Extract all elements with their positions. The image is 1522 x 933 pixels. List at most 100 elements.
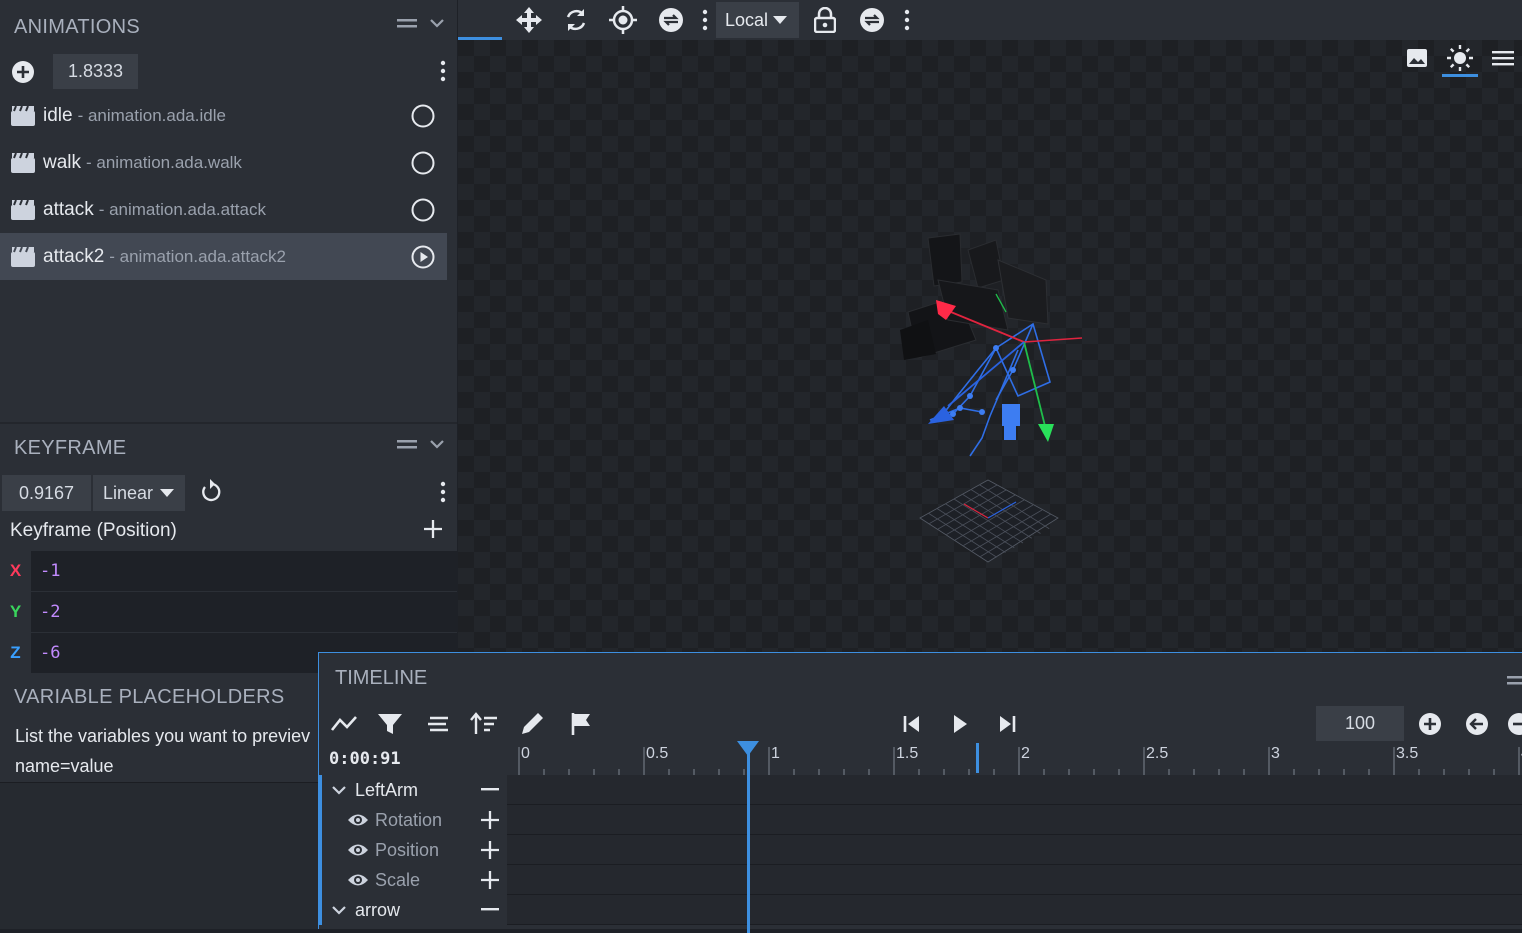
- animation-name: walk: [43, 151, 82, 173]
- keyframe-panel-title: KEYFRAME: [14, 437, 127, 459]
- track-channel-label: Scale: [375, 869, 421, 890]
- active-view-indicator: [1442, 74, 1478, 77]
- eye-icon[interactable]: [347, 812, 369, 828]
- axis-y-label: Y: [0, 592, 31, 632]
- 3d-viewport[interactable]: [458, 40, 1522, 652]
- keyframe-y-row[interactable]: Y -2: [0, 592, 457, 632]
- rotate-icon[interactable]: [560, 4, 592, 36]
- panel-divider: [0, 422, 457, 424]
- interpolation-select[interactable]: Linear: [93, 475, 185, 511]
- collapse-minus-icon[interactable]: [481, 908, 499, 912]
- drag-handle-icon[interactable]: [1507, 673, 1522, 687]
- clapperboard-icon: [11, 105, 35, 126]
- drag-handle-icon[interactable]: [397, 437, 419, 451]
- track-lane[interactable]: [507, 865, 1522, 894]
- ruler-label: 2.5: [1146, 745, 1169, 762]
- transform-space-value: Local: [725, 9, 769, 30]
- play-radio-icon[interactable]: [411, 104, 435, 128]
- eye-icon[interactable]: [347, 842, 369, 858]
- ruler-label: 1.5: [896, 745, 919, 762]
- move-icon[interactable]: [513, 4, 545, 36]
- chevron-down-icon[interactable]: [331, 784, 347, 796]
- animation-id: - animation.ada.attack: [98, 199, 266, 219]
- eye-icon[interactable]: [347, 872, 369, 888]
- reset-icon[interactable]: [199, 479, 223, 505]
- image-icon[interactable]: [1405, 46, 1429, 70]
- drag-handle-icon[interactable]: [397, 16, 419, 30]
- play-circle-icon[interactable]: [411, 245, 435, 269]
- brightness-icon[interactable]: [1446, 44, 1474, 72]
- chevron-down-icon[interactable]: [331, 904, 347, 916]
- track-lane[interactable]: [507, 775, 1522, 804]
- track-channel-scale[interactable]: Scale: [319, 865, 1522, 895]
- align-icon[interactable]: [423, 709, 453, 739]
- track-group-label: arrow: [355, 899, 401, 920]
- animation-item-attack2[interactable]: attack2 - animation.ada.attack2: [0, 233, 447, 280]
- graph-editor-icon[interactable]: [329, 709, 359, 739]
- animation-item-idle[interactable]: idle - animation.ada.idle: [0, 92, 447, 139]
- animation-name: attack: [43, 198, 94, 220]
- timeline-zoom-input[interactable]: 100: [1316, 706, 1404, 741]
- track-channel-label: Position: [375, 839, 440, 860]
- transform-space-select[interactable]: Local: [716, 2, 799, 38]
- zoom-in-icon[interactable]: [1415, 709, 1445, 739]
- swap-icon[interactable]: [856, 4, 888, 36]
- keyframe-x-row[interactable]: X -1: [0, 551, 457, 591]
- more-vertical-icon[interactable]: [891, 4, 923, 36]
- collapse-minus-icon[interactable]: [481, 788, 499, 792]
- sort-icon[interactable]: [469, 709, 499, 739]
- track-lane[interactable]: [507, 835, 1522, 864]
- keyframe-z-value[interactable]: -6: [40, 643, 60, 663]
- track-lane[interactable]: [507, 805, 1522, 834]
- play-radio-icon[interactable]: [411, 151, 435, 175]
- skip-back-icon[interactable]: [897, 709, 927, 739]
- flag-icon[interactable]: [566, 709, 596, 739]
- back-arrow-icon[interactable]: [1462, 709, 1492, 739]
- clapperboard-icon: [11, 246, 35, 267]
- track-group-arrow[interactable]: arrow: [319, 895, 1522, 925]
- add-keyframe-icon[interactable]: [481, 841, 499, 859]
- playhead-handle[interactable]: [737, 741, 760, 757]
- axis-z-label: Z: [0, 633, 31, 673]
- ruler-label: 0.5: [646, 745, 669, 762]
- keyframe-time-input[interactable]: 0.9167: [2, 475, 91, 511]
- clapperboard-icon: [11, 152, 35, 173]
- play-radio-icon[interactable]: [411, 198, 435, 222]
- play-icon[interactable]: [945, 709, 975, 739]
- keyframe-y-value[interactable]: -2: [40, 602, 60, 622]
- filter-icon[interactable]: [375, 709, 405, 739]
- animation-id: - animation.ada.attack2: [109, 246, 286, 266]
- add-keyframe-icon[interactable]: [481, 811, 499, 829]
- track-lane[interactable]: [507, 895, 1522, 924]
- animation-length-input[interactable]: 1.8333: [53, 54, 138, 89]
- chevron-down-icon[interactable]: [429, 17, 445, 29]
- track-channel-rotation[interactable]: Rotation: [319, 805, 1522, 835]
- chevron-down-icon[interactable]: [429, 438, 445, 450]
- skip-forward-icon[interactable]: [992, 709, 1022, 739]
- menu-icon[interactable]: [1491, 48, 1515, 68]
- animation-id: - animation.ada.idle: [77, 105, 226, 125]
- pivot-icon[interactable]: [607, 4, 639, 36]
- animation-item-attack[interactable]: attack - animation.ada.attack: [0, 186, 447, 233]
- track-group-leftarm[interactable]: LeftArm: [319, 775, 1522, 805]
- ruler-label: 1: [771, 745, 780, 762]
- flip-icon[interactable]: [655, 4, 687, 36]
- animation-item-walk[interactable]: walk - animation.ada.walk: [0, 139, 447, 186]
- keyframe-x-value[interactable]: -1: [40, 561, 60, 581]
- animation-name: attack2: [43, 245, 105, 267]
- track-selection-bar: [319, 775, 322, 925]
- animation-end-marker[interactable]: [975, 743, 979, 773]
- track-channel-position[interactable]: Position: [319, 835, 1522, 865]
- add-keyframe-icon[interactable]: [481, 871, 499, 889]
- more-vertical-icon[interactable]: [440, 481, 446, 503]
- lock-icon[interactable]: [809, 4, 841, 36]
- zoom-out-icon[interactable]: [1507, 709, 1522, 739]
- playhead[interactable]: [746, 743, 750, 933]
- track-group-label: LeftArm: [355, 779, 419, 800]
- pencil-icon[interactable]: [517, 709, 547, 739]
- keyframe-channel-label: Keyframe (Position): [10, 520, 177, 541]
- add-keyframe-icon[interactable]: [423, 519, 443, 539]
- ruler-label: 0: [521, 745, 530, 762]
- add-animation-button[interactable]: [11, 60, 35, 84]
- more-vertical-icon[interactable]: [440, 60, 446, 82]
